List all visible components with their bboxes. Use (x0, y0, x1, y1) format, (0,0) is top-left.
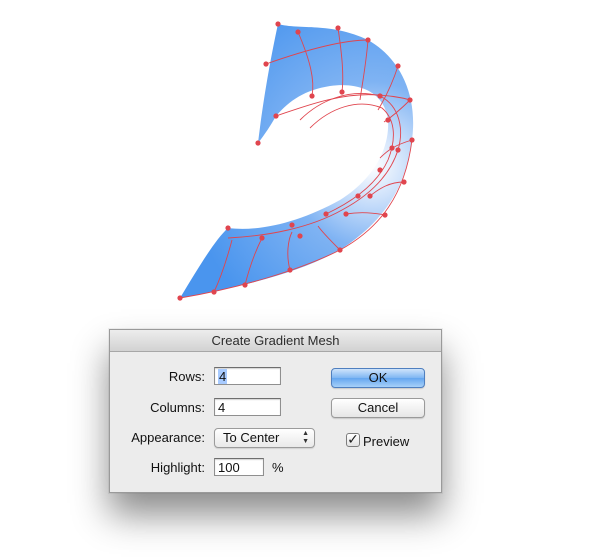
create-gradient-mesh-dialog: Create Gradient Mesh Rows: 4 Columns: 4 … (109, 329, 442, 493)
columns-field[interactable]: 4 (214, 398, 281, 416)
cancel-button[interactable]: Cancel (331, 398, 425, 418)
columns-value: 4 (218, 400, 226, 415)
appearance-popup[interactable]: To Center ▲ ▼ (214, 428, 315, 448)
highlight-unit: % (272, 460, 284, 475)
appearance-label: Appearance: (131, 430, 205, 445)
columns-label: Columns: (150, 400, 205, 415)
up-down-arrows-icon: ▲ ▼ (302, 430, 309, 445)
checkmark-icon: ✓ (347, 431, 359, 447)
highlight-field[interactable]: 100 (214, 458, 264, 476)
gradient-mesh-artwork (177, 21, 415, 301)
ok-button[interactable]: OK (331, 368, 425, 388)
dialog-title: Create Gradient Mesh (110, 330, 441, 352)
mesh-shape (180, 24, 414, 298)
appearance-value: To Center (223, 430, 280, 445)
preview-checkbox[interactable]: ✓ (346, 431, 360, 447)
rows-field[interactable]: 4 (214, 367, 281, 385)
rows-value: 4 (218, 369, 228, 384)
highlight-label: Highlight: (150, 460, 205, 475)
highlight-value: 100 (218, 460, 240, 475)
rows-label: Rows: (168, 369, 205, 384)
preview-label[interactable]: Preview (363, 434, 409, 449)
